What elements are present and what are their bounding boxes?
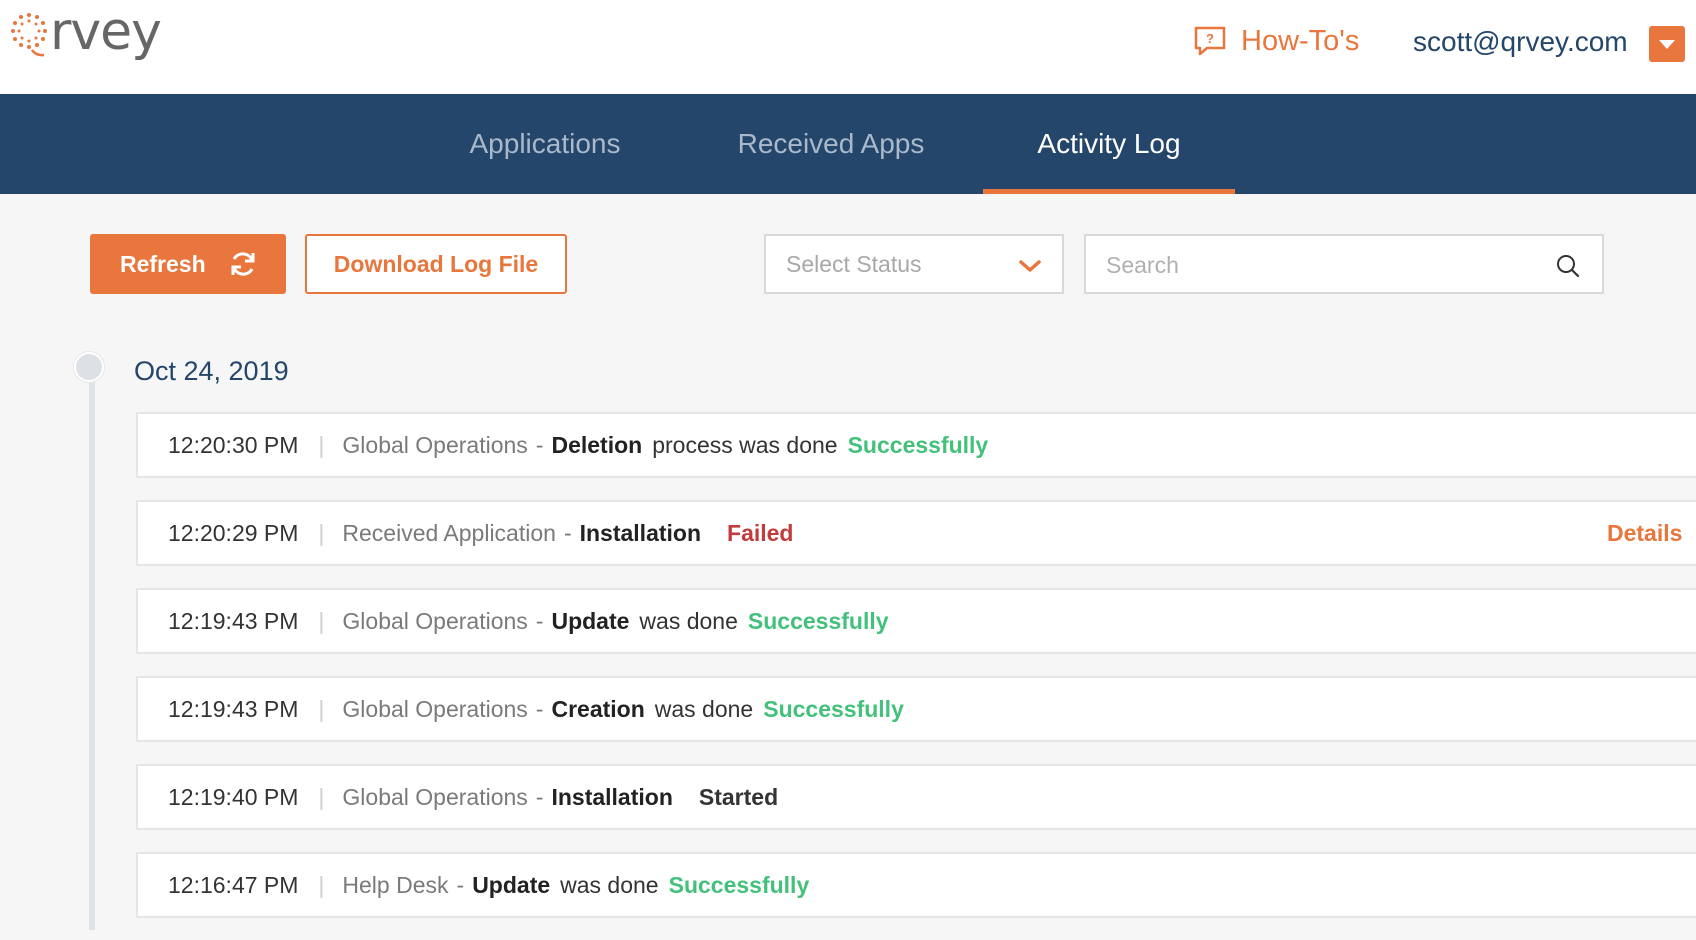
- status-text: Successfully: [763, 695, 904, 722]
- log-action: Creation: [551, 695, 645, 722]
- log-action: Update: [472, 871, 551, 898]
- dash-separator: -: [535, 783, 544, 810]
- top-header: rvey ? How-To's scott@qrvey.com: [0, 0, 1696, 94]
- separator: |: [318, 431, 325, 458]
- log-time: 12:19:40 PM: [168, 783, 299, 810]
- log-message: was done: [654, 695, 754, 722]
- log-time: 12:19:43 PM: [168, 695, 299, 722]
- log-source: Help Desk: [342, 871, 449, 898]
- search-icon[interactable]: [1556, 254, 1580, 278]
- dash-separator: -: [535, 431, 544, 458]
- status-select[interactable]: Select Status: [764, 234, 1064, 294]
- timeline-dot: [74, 352, 104, 382]
- logo-text: rvey: [50, 2, 162, 62]
- search-input[interactable]: [1104, 244, 1548, 286]
- log-entry: 12:16:47 PM | Help Desk - Update was don…: [136, 852, 1696, 918]
- main-nav: Applications Received Apps Activity Log: [0, 94, 1696, 194]
- logo-q-icon: [11, 13, 47, 57]
- help-bubble-icon: ?: [1194, 26, 1226, 56]
- status-select-placeholder: Select Status: [786, 251, 922, 277]
- log-source: Received Application: [342, 519, 556, 546]
- log-action: Deletion: [551, 431, 643, 458]
- status-text: Successfully: [747, 607, 889, 634]
- log-time: 12:16:47 PM: [168, 871, 299, 898]
- dash-separator: -: [456, 871, 465, 898]
- separator: |: [318, 695, 325, 722]
- log-message: process was done: [652, 431, 838, 458]
- how-tos-link[interactable]: ? How-To's: [1193, 24, 1359, 58]
- status-text: Successfully: [847, 431, 989, 458]
- log-entry: 12:19:43 PM | Global Operations - Update…: [136, 588, 1696, 654]
- search-box: [1084, 234, 1604, 294]
- tab-received-apps[interactable]: Received Apps: [713, 94, 949, 194]
- user-menu-dropdown-button[interactable]: [1649, 26, 1685, 62]
- separator: |: [318, 783, 325, 810]
- log-entry: 12:20:29 PM | Received Application - Ins…: [136, 500, 1696, 566]
- log-entry: 12:19:43 PM | Global Operations - Creati…: [136, 676, 1696, 742]
- log-action: Update: [551, 607, 630, 634]
- log-time: 12:19:43 PM: [168, 607, 299, 634]
- qrvey-logo[interactable]: rvey: [10, 6, 162, 58]
- log-message: was done: [560, 871, 659, 898]
- timeline-line: [89, 370, 95, 930]
- separator: |: [318, 871, 325, 898]
- log-action: Installation: [579, 519, 702, 546]
- log-source: Global Operations: [342, 607, 528, 634]
- log-action: Installation: [551, 783, 673, 810]
- separator: |: [318, 519, 325, 546]
- log-source: Global Operations: [342, 783, 528, 810]
- chevron-down-icon: [1019, 260, 1041, 272]
- details-link[interactable]: Details: [1607, 502, 1682, 564]
- status-text: Failed: [727, 519, 794, 546]
- separator: |: [318, 607, 325, 634]
- refresh-label: Refresh: [120, 250, 206, 277]
- status-text: Successfully: [668, 871, 810, 898]
- log-entry: 12:20:30 PM | Global Operations - Deleti…: [136, 412, 1696, 478]
- tab-applications[interactable]: Applications: [444, 94, 646, 194]
- log-time: 12:20:30 PM: [168, 431, 299, 458]
- download-log-file-button[interactable]: Download Log File: [305, 234, 567, 294]
- user-email[interactable]: scott@qrvey.com: [1413, 26, 1628, 58]
- log-source: Global Operations: [342, 695, 528, 722]
- status-text: Started: [698, 783, 779, 810]
- log-source: Global Operations: [342, 431, 528, 458]
- svg-text:?: ?: [1206, 31, 1214, 46]
- log-date-heading: Oct 24, 2019: [134, 356, 289, 386]
- log-time: 12:20:29 PM: [168, 519, 299, 546]
- refresh-icon: [231, 252, 255, 276]
- dash-separator: -: [535, 607, 544, 634]
- log-entry: 12:19:40 PM | Global Operations - Instal…: [136, 764, 1696, 830]
- log-message: was done: [639, 607, 738, 634]
- refresh-button[interactable]: Refresh: [90, 234, 286, 294]
- tab-activity-log[interactable]: Activity Log: [983, 94, 1235, 194]
- activity-log-list: 12:20:30 PM | Global Operations - Deleti…: [136, 412, 1696, 940]
- how-tos-label: How-To's: [1241, 24, 1360, 57]
- dash-separator: -: [563, 519, 572, 546]
- dash-separator: -: [535, 695, 544, 722]
